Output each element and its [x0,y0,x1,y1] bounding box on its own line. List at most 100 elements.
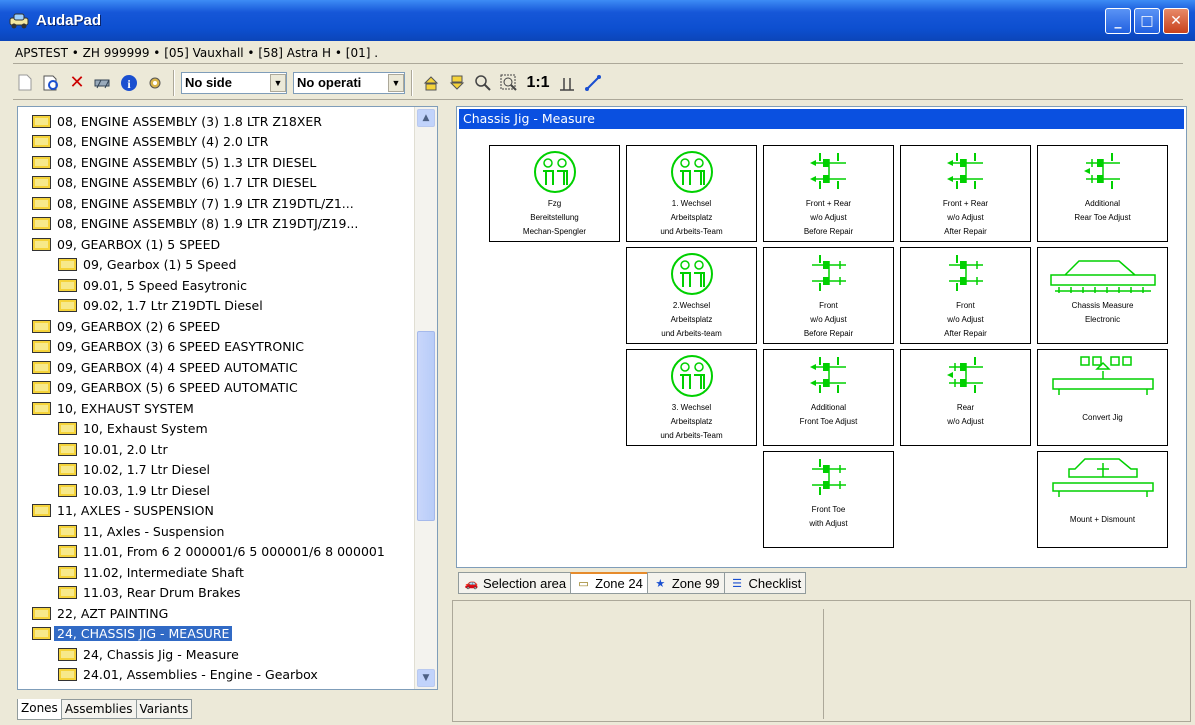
zone-tree[interactable]: ▲ ▼ 08, ENGINE ASSEMBLY (3) 1.8 LTR Z18X… [17,106,438,690]
zone-folder-icon [32,176,51,189]
operation-tile[interactable]: Additional Rear Toe Adjust [1037,145,1168,242]
tree-item[interactable]: 11.02, Intermediate Shaft [58,562,244,582]
tree-item[interactable]: 10.01, 2.0 Ltr [58,439,168,459]
tree-item[interactable]: 11, Axles - Suspension [58,521,224,541]
tab-zones[interactable]: Zones [17,699,62,720]
tile-caption-line: 3. Wechsel [671,403,712,412]
operation-tile[interactable]: Front w/o Adjust After Repair [900,247,1031,344]
operation-select[interactable]: No operati ▼ [293,71,405,94]
zone-folder-icon [32,360,51,374]
panel-splitter[interactable] [443,102,449,722]
chevron-down-icon[interactable]: ▼ [270,73,286,92]
tree-scrollbar[interactable]: ▲ ▼ [414,107,437,689]
tree-item[interactable]: 11.01, From 6 2 000001/6 5 000001/6 8 00… [58,542,385,562]
tree-item[interactable]: 10, Exhaust System [58,419,208,439]
tree-item[interactable]: 11, AXLES - SUSPENSION [32,501,214,521]
tree-item[interactable]: 09, GEARBOX (1) 5 SPEED [32,234,220,254]
zone-folder-icon [58,647,77,661]
tile-caption-line: Mechan-Spengler [522,227,587,236]
tree-item[interactable]: 08, ENGINE ASSEMBLY (7) 1.9 LTR Z19DTL/Z… [32,193,354,213]
zone-icon: ▭ [578,578,589,590]
align-bottom-icon[interactable] [555,71,579,95]
tree-item[interactable]: 08, ENGINE ASSEMBLY (6) 1.7 LTR DIESEL [32,173,316,193]
operation-tile[interactable]: Fzg Bereitstellung Mechan-Spengler [489,145,620,242]
tree-item[interactable]: 11.03, Rear Drum Brakes [58,583,241,603]
scroll-thumb[interactable] [417,331,435,521]
tab-zone-99[interactable]: ★ Zone 99 [646,572,725,594]
tree-item[interactable]: 08, ENGINE ASSEMBLY (4) 2.0 LTR [32,132,268,152]
operation-tile[interactable]: Front Toe with Adjust [763,451,894,548]
tree-item[interactable]: 09, GEARBOX (3) 6 SPEED EASYTRONIC [32,337,304,357]
zoom-area-icon[interactable] [497,71,521,95]
tile-caption-line: Rear [956,403,975,412]
tree-item-label: 09, GEARBOX (2) 6 SPEED [57,318,221,334]
operation-tile[interactable]: Additional Front Toe Adjust [763,349,894,446]
new-document-icon[interactable] [13,71,37,95]
operation-tile[interactable]: Front + Rear w/o Adjust Before Repair [763,145,894,242]
tree-item[interactable]: 24, Chassis Jig - Measure [58,644,239,664]
settings-icon[interactable] [143,71,167,95]
tree-item[interactable]: 10.02, 1.7 Ltr Diesel [58,460,210,480]
side-select[interactable]: No side ▼ [181,71,287,94]
tree-item[interactable]: 24.01, Assemblies - Engine - Gearbox [58,665,318,685]
operation-tile[interactable]: Front + Rear w/o Adjust After Repair [900,145,1031,242]
tree-item[interactable]: 09.02, 1.7 Ltr Z19DTL Diesel [58,296,263,316]
tab-checklist[interactable]: ☰ Checklist [723,572,807,594]
tile-caption-line: und Arbeits-Team [660,431,723,440]
tree-item[interactable]: 08, ENGINE ASSEMBLY (8) 1.9 LTR Z19DTJ/Z… [32,214,358,234]
measure-line-icon[interactable] [581,71,605,95]
operation-tile[interactable]: 2.Wechsel Arbeitsplatz und Arbeits-team [626,247,757,344]
tree-item[interactable]: 09, Gearbox (1) 5 Speed [58,255,236,275]
tree-item[interactable]: 24, CHASSIS JIG - MEASURE [32,624,233,644]
operation-tile[interactable]: Front w/o Adjust Before Repair [763,247,894,344]
lift-up-icon[interactable] [419,71,443,95]
tile-caption-line: Front + Rear [805,199,852,208]
magnify-icon[interactable] [471,71,495,95]
minimize-button[interactable]: _ [1105,8,1131,34]
tree-item-label: 11.02, Intermediate Shaft [83,564,244,580]
zone-folder-icon [32,217,51,230]
tree-item[interactable]: 22, AZT PAINTING [32,603,168,623]
operation-tile[interactable]: Chassis Measure Electronic [1037,247,1168,344]
tree-item[interactable]: 10, EXHAUST SYSTEM [32,398,194,418]
tree-item-label: 08, ENGINE ASSEMBLY (8) 1.9 LTR Z19DTJ/Z… [57,216,359,231]
tree-item-label: 10, Exhaust System [83,421,208,436]
operation-select-value: No operati [297,75,362,90]
operation-tile[interactable]: 3. Wechsel Arbeitsplatz und Arbeits-Team [626,349,757,446]
tree-item[interactable]: 09, GEARBOX (5) 6 SPEED AUTOMATIC [32,378,298,398]
tree-item[interactable]: 09.01, 5 Speed Easytronic [58,275,247,295]
tile-caption-line: Arbeitsplatz [670,315,713,324]
left-tab-bar: Zones Assemblies Variants [17,699,193,720]
tree-item-label: 10.02, 1.7 Ltr Diesel [83,462,211,477]
title-bar[interactable]: AudaPad _ □ ✕ [0,0,1195,41]
tree-item[interactable]: 08, ENGINE ASSEMBLY (3) 1.8 LTR Z18XER [32,111,322,131]
close-button[interactable]: ✕ [1163,8,1189,34]
tab-assemblies[interactable]: Assemblies [60,699,137,719]
info-icon[interactable]: i [117,71,141,95]
tree-item[interactable]: 09, GEARBOX (4) 4 SPEED AUTOMATIC [32,357,298,377]
delete-icon[interactable]: ✕ [65,71,89,95]
operation-tile[interactable]: Rear w/o Adjust [900,349,1031,446]
tree-item[interactable]: 10.03, 1.9 Ltr Diesel [58,480,210,500]
actual-size-button[interactable]: 1:1 [523,71,553,95]
zone-folder-icon [58,258,77,271]
operation-tile[interactable]: Convert Jig [1037,349,1168,446]
tree-item-label: 10.03, 1.9 Ltr Diesel [83,482,211,498]
search-document-icon[interactable] [39,71,63,95]
toolbar-separator [173,69,175,96]
tree-item[interactable]: 09, GEARBOX (2) 6 SPEED [32,316,220,336]
tree-item-label: 08, ENGINE ASSEMBLY (7) 1.9 LTR Z19DTL/Z… [57,195,354,211]
tools-icon[interactable] [91,71,115,95]
operation-tile[interactable]: Mount + Dismount [1037,451,1168,548]
tree-item[interactable]: 08, ENGINE ASSEMBLY (5) 1.3 LTR DIESEL [32,152,316,172]
scroll-up-icon[interactable]: ▲ [417,109,435,127]
axle-front-icon [901,251,1030,295]
operation-tile[interactable]: 1. Wechsel Arbeitsplatz und Arbeits-Team [626,145,757,242]
scroll-down-icon[interactable]: ▼ [417,669,435,687]
lift-down-icon[interactable] [445,71,469,95]
maximize-button[interactable]: □ [1134,8,1160,34]
tab-variants[interactable]: Variants [135,699,193,719]
tab-selection-area[interactable]: 🚗 Selection area [458,572,572,594]
tab-zone-24[interactable]: ▭ Zone 24 [570,572,648,594]
chevron-down-icon[interactable]: ▼ [388,73,404,92]
